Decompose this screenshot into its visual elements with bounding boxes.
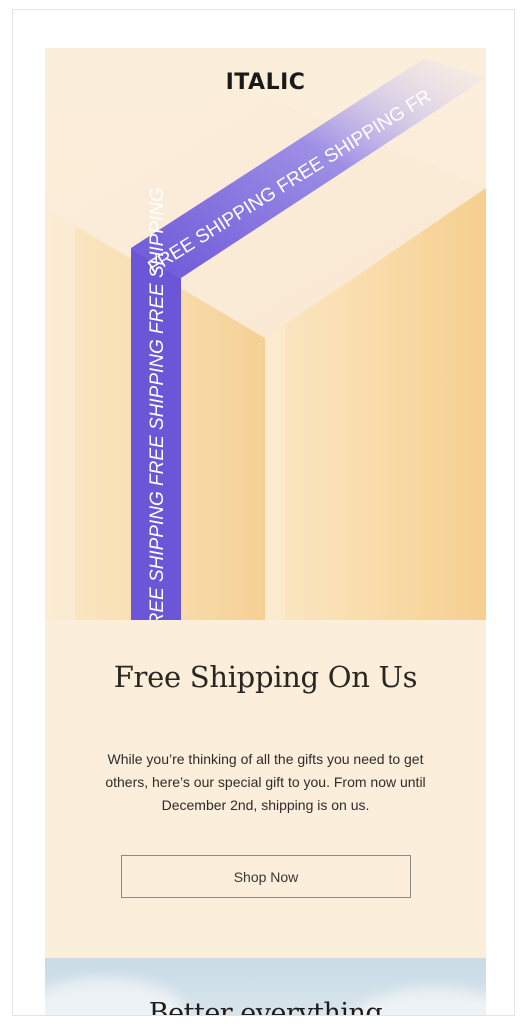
next-section-banner: Better everything [45, 958, 486, 1016]
email-viewport: FREE SHIPPING FREE SHIPPING FR FREE SHIP… [12, 9, 515, 1016]
brand-logo[interactable]: ITALIC [45, 70, 486, 95]
tape-side-text: FREE SHIPPING FREE SHIPPING FREE SHIPPIN… [147, 187, 168, 620]
next-section-headline: Better everything [148, 998, 383, 1016]
promo-headline: Free Shipping On Us [113, 660, 418, 694]
promo-section: Free Shipping On Us While you’re thinkin… [45, 620, 486, 948]
hero-image: FREE SHIPPING FREE SHIPPING FR FREE SHIP… [45, 48, 486, 620]
promo-body: While you’re thinking of all the gifts y… [105, 751, 426, 813]
shop-now-button[interactable]: Shop Now [121, 855, 411, 898]
email-body: FREE SHIPPING FREE SHIPPING FR FREE SHIP… [45, 48, 486, 1016]
shipping-box-illustration: FREE SHIPPING FREE SHIPPING FR FREE SHIP… [45, 48, 486, 620]
